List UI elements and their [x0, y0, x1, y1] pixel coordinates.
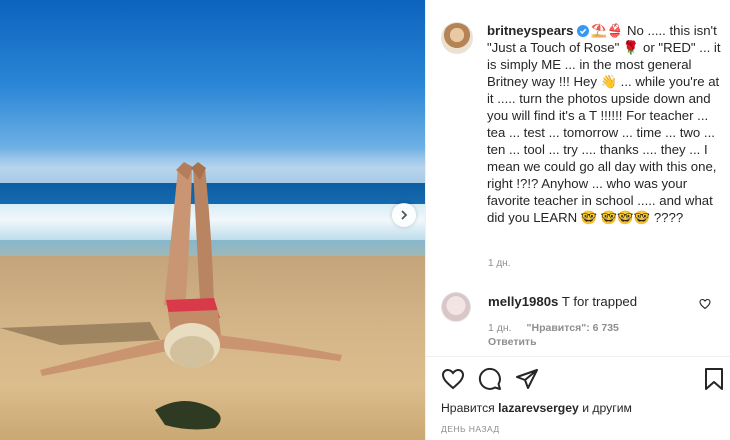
caption-text: britneyspears ⛱️👙 No ..... this isn't "Ju… — [487, 22, 722, 226]
post-photo[interactable] — [0, 0, 425, 440]
comment-reply-button[interactable]: Ответить — [488, 336, 537, 348]
carousel-next-button[interactable] — [392, 203, 416, 227]
author-avatar[interactable] — [441, 22, 473, 54]
divider — [426, 356, 730, 357]
verified-badge-icon — [576, 25, 589, 37]
comment-item: melly1980s T for trapped 1 дн. "Нравится… — [441, 290, 726, 360]
comment-text: melly1980s T for trapped — [488, 294, 688, 309]
photo-person-figure — [0, 162, 342, 430]
post-sidebar: britneyspears ⛱️👙 No ..... this isn't "Ju… — [425, 0, 730, 440]
comment-heart-icon[interactable] — [699, 298, 711, 310]
post-actions — [441, 367, 726, 393]
share-icon[interactable] — [515, 367, 539, 391]
bookmark-icon[interactable] — [703, 367, 725, 391]
post-caption: britneyspears ⛱️👙 No ..... this isn't "Ju… — [441, 22, 726, 226]
commenter-username[interactable]: melly1980s — [488, 294, 558, 309]
caption-body: No ..... this isn't "Just a Touch of Ros… — [487, 23, 721, 225]
likes-prefix: Нравится — [441, 401, 495, 415]
caption-emoji-lead: ⛱️👙 — [590, 23, 624, 38]
comment-icon[interactable] — [478, 367, 502, 391]
author-username[interactable]: britneyspears — [487, 23, 574, 38]
chevron-right-icon — [401, 210, 408, 220]
heart-icon[interactable] — [441, 367, 465, 391]
liked-by-username[interactable]: lazarevsergey — [498, 401, 579, 415]
comment-likes[interactable]: "Нравится": 6 735 — [527, 322, 619, 334]
commenter-avatar[interactable] — [441, 292, 471, 322]
likes-suffix[interactable]: и другим — [582, 401, 632, 415]
likes-summary: Нравится lazarevsergey и другим — [441, 401, 632, 415]
post-date[interactable]: ДЕНЬ НАЗАД — [441, 424, 500, 434]
comment-meta: 1 дн. "Нравится": 6 735 — [488, 322, 631, 334]
comment-body: T for trapped — [561, 294, 638, 309]
comment-time[interactable]: 1 дн. — [488, 322, 512, 334]
post-time[interactable]: 1 дн. — [488, 258, 510, 269]
